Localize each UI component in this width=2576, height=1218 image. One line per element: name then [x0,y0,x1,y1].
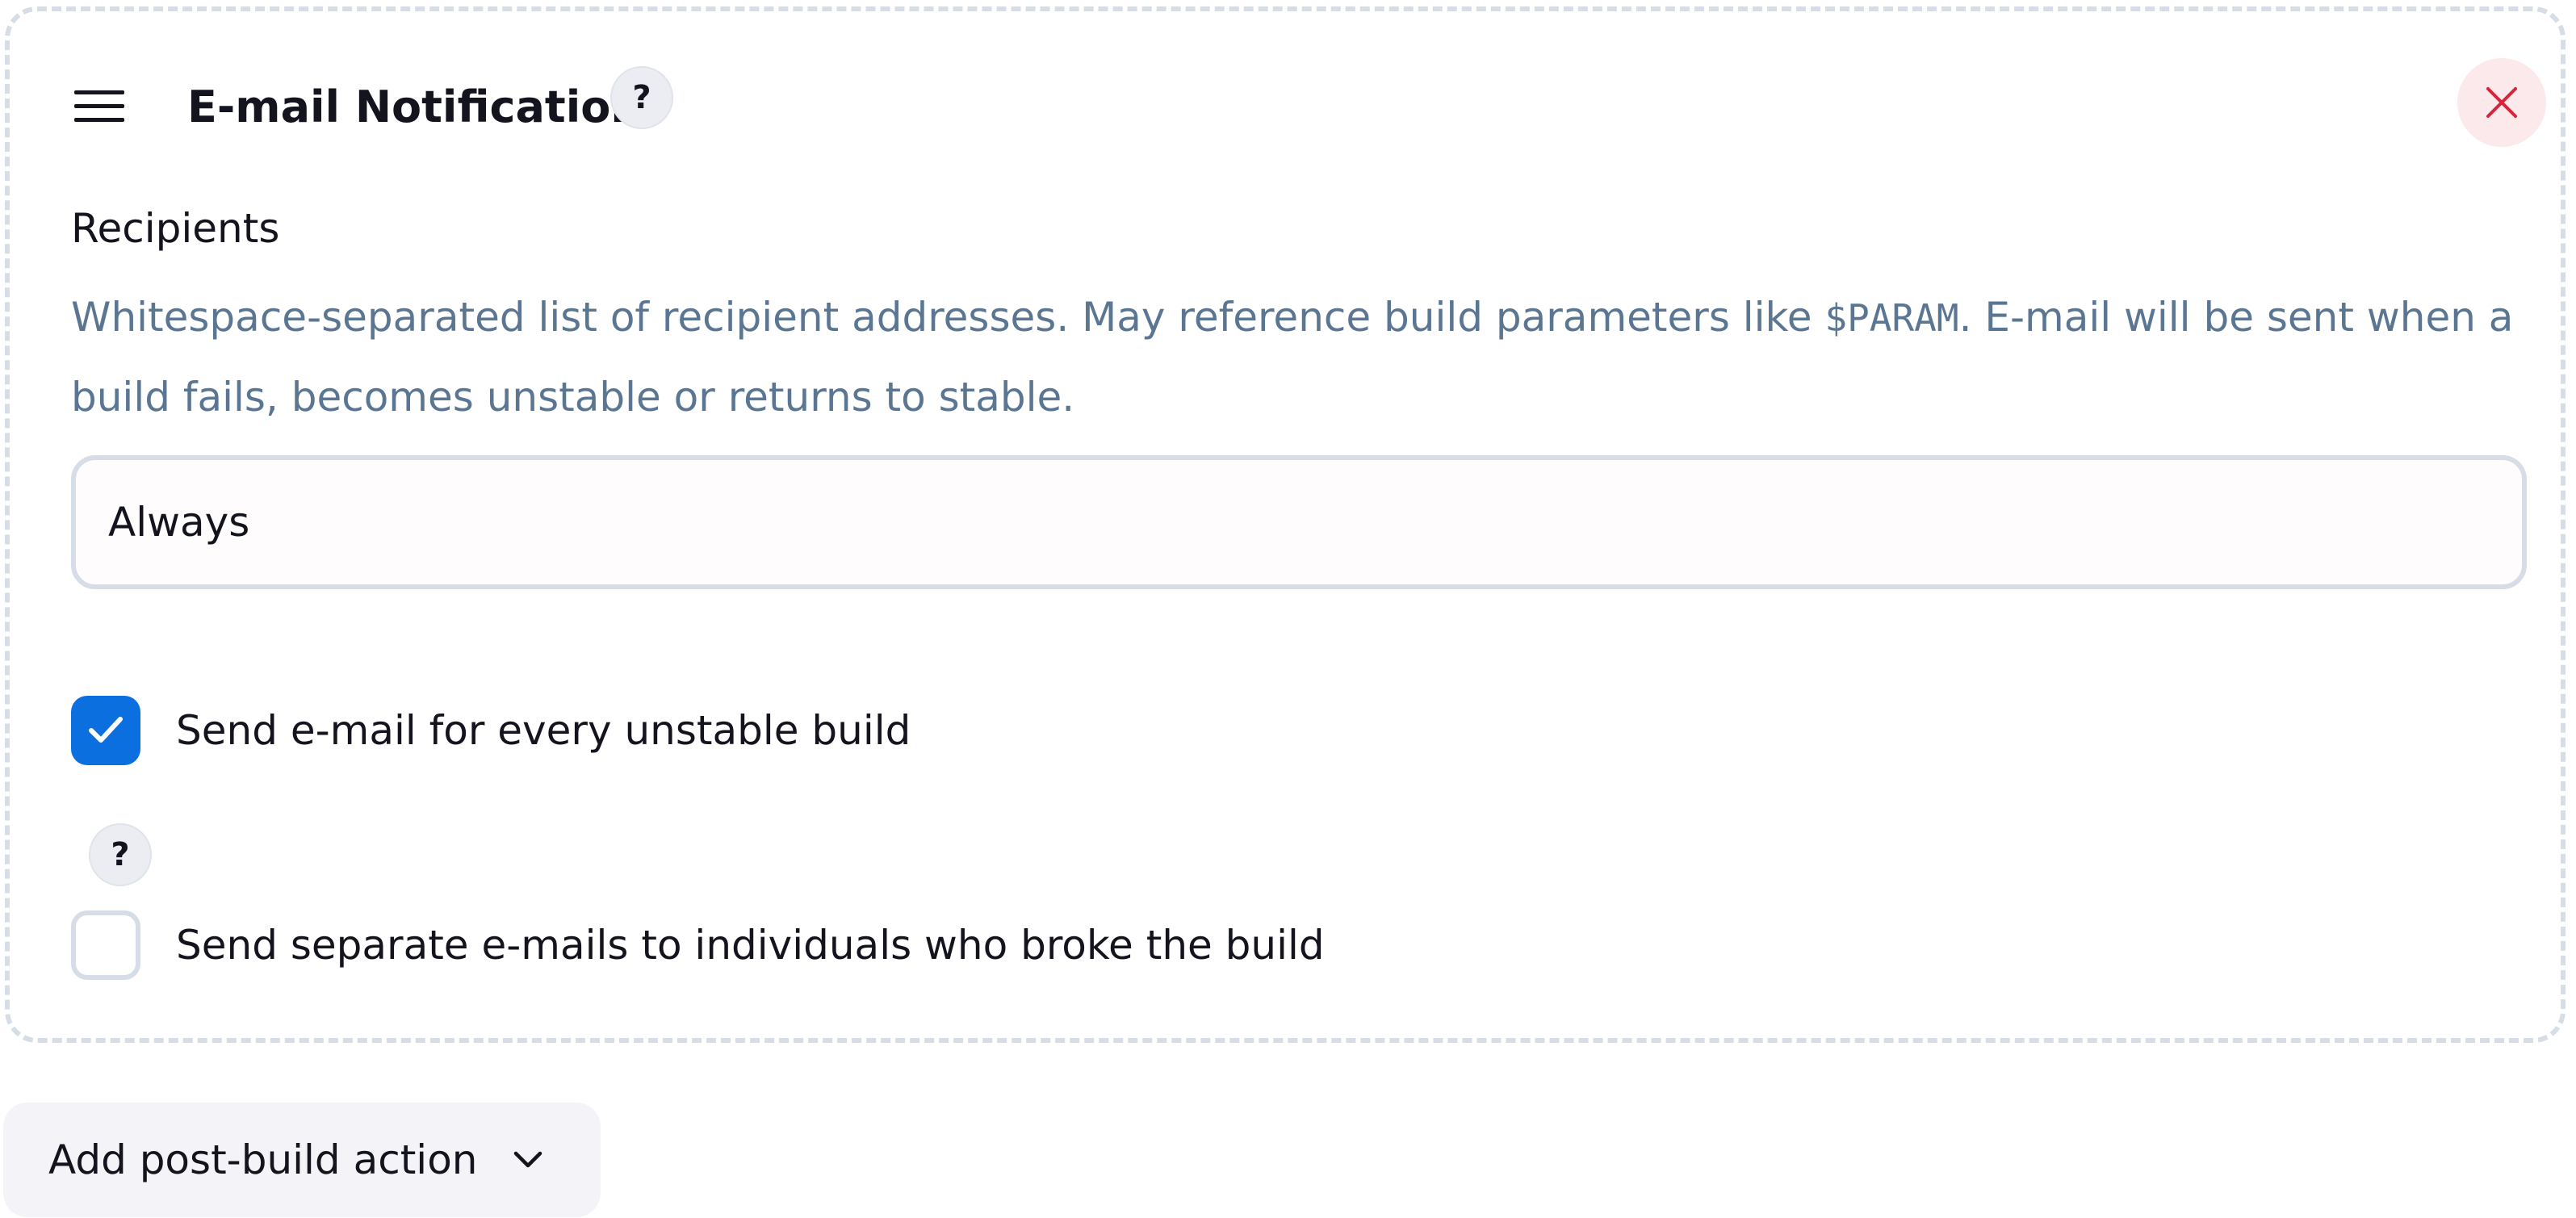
recipients-label: Recipients [71,205,280,252]
close-x-icon [2486,87,2517,118]
drag-handle-icon[interactable] [74,90,124,123]
email-notification-panel: E-mail Notification ? Recipients Whitesp… [5,6,2566,1043]
section-title: E-mail Notification [187,82,642,132]
section-help-button[interactable]: ? [610,66,673,129]
separate-emails-label[interactable]: Send separate e-mails to individuals who… [176,917,1325,973]
unstable-build-label[interactable]: Send e-mail for every unstable build [176,702,911,759]
unstable-build-checkbox[interactable] [71,696,140,765]
recipients-input[interactable] [71,455,2527,589]
add-post-build-action-label: Add post-build action [48,1136,478,1183]
description-text-before: Whitespace-separated list of recipient a… [71,294,1825,341]
separate-emails-checkbox[interactable] [71,910,140,980]
chevron-down-icon [513,1151,542,1168]
close-button[interactable] [2457,58,2546,147]
add-post-build-action-button[interactable]: Add post-build action [3,1103,601,1217]
description-code: $PARAM [1824,296,1959,340]
check-icon [89,717,123,743]
options-help-button[interactable]: ? [89,823,152,886]
recipients-description: Whitespace-separated list of recipient a… [71,278,2541,437]
